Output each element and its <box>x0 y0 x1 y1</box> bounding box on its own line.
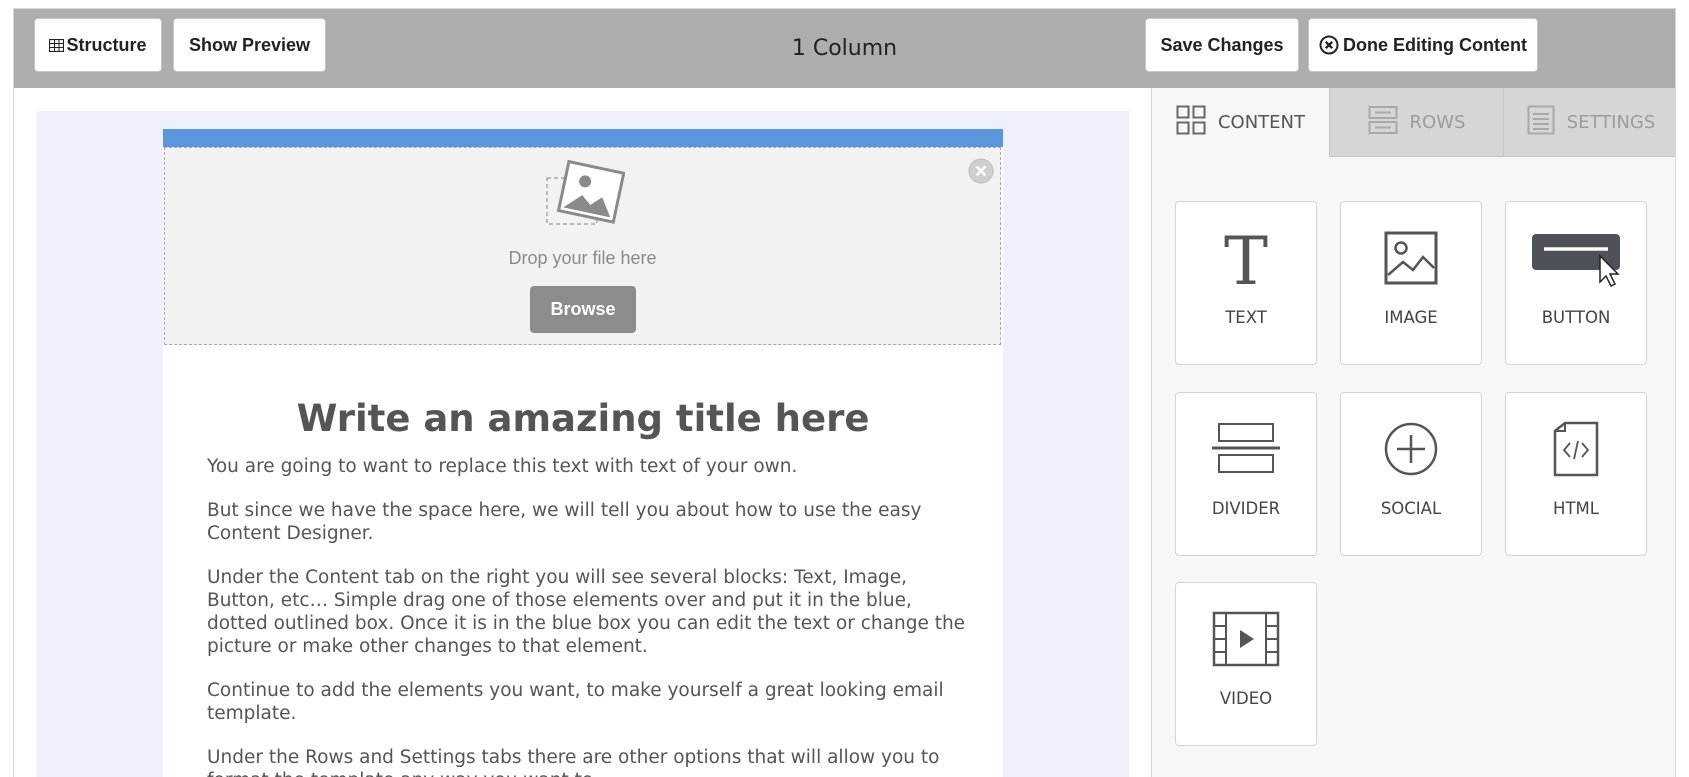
tab-content[interactable]: CONTENT <box>1152 88 1329 157</box>
image-icon <box>1341 230 1481 286</box>
save-changes-button[interactable]: Save Changes <box>1145 18 1299 72</box>
design-canvas: Drop your file here Browse Write an amaz… <box>14 88 1151 777</box>
close-circle-icon <box>1319 35 1339 55</box>
show-preview-button[interactable]: Show Preview <box>173 18 326 72</box>
social-icon <box>1341 421 1481 477</box>
body-paragraph: But since we have the space here, we wil… <box>207 500 922 544</box>
editor-frame: 1 Column Structure Show Preview Save Cha… <box>13 8 1676 777</box>
grid-icon <box>1176 105 1206 140</box>
image-block[interactable]: IMAGE <box>1340 201 1482 365</box>
html-block[interactable]: HTML <box>1505 392 1647 556</box>
row-selection-bar[interactable] <box>163 129 1003 147</box>
video-block[interactable]: VIDEO <box>1175 582 1317 746</box>
social-block-label: SOCIAL <box>1380 499 1442 518</box>
done-editing-button[interactable]: Done Editing Content <box>1308 18 1538 72</box>
divider-block-label: DIVIDER <box>1211 499 1281 518</box>
structure-button[interactable]: Structure <box>34 18 162 72</box>
canvas-background: Drop your file here Browse Write an amaz… <box>37 111 1129 777</box>
sidebar-tabs: CONTENT ROWS SETTINGS <box>1152 88 1675 157</box>
browse-button[interactable]: Browse <box>530 286 636 333</box>
top-toolbar: 1 Column Structure Show Preview Save Cha… <box>14 9 1675 88</box>
settings-list-icon <box>1527 105 1555 140</box>
text-block-label: TEXT <box>1225 308 1267 327</box>
body-paragraph: Under the Content tab on the right you w… <box>207 567 966 657</box>
image-placeholder-icon <box>545 159 626 236</box>
html-file-icon <box>1506 421 1646 477</box>
tab-settings-label: SETTINGS <box>1566 111 1656 133</box>
table-icon <box>49 38 65 52</box>
video-block-label: VIDEO <box>1219 689 1273 708</box>
done-editing-label: Done Editing Content <box>1343 34 1527 55</box>
divider-block[interactable]: DIVIDER <box>1175 392 1317 556</box>
button-block-label: BUTTON <box>1541 308 1611 327</box>
body-paragraph: Under the Rows and Settings tabs there a… <box>207 747 940 777</box>
text-block[interactable]: T TEXT <box>1175 201 1317 365</box>
button-icon <box>1506 230 1646 290</box>
video-icon <box>1176 611 1316 667</box>
rows-icon <box>1368 105 1398 140</box>
remove-block-icon[interactable] <box>968 158 994 184</box>
body-paragraph: Continue to add the elements you want, t… <box>207 680 944 724</box>
image-block-label: IMAGE <box>1384 308 1438 327</box>
body-paragraph: You are going to want to replace this te… <box>207 456 798 477</box>
image-drop-zone[interactable]: Drop your file here Browse <box>164 147 1001 345</box>
divider-icon <box>1176 421 1316 477</box>
email-heading[interactable]: Write an amazing title here <box>163 397 1003 440</box>
svg-text:T: T <box>1224 230 1268 290</box>
structure-label: Structure <box>66 34 147 55</box>
button-block[interactable]: BUTTON <box>1505 201 1647 365</box>
text-icon: T <box>1176 230 1316 290</box>
tab-rows[interactable]: ROWS <box>1329 88 1503 157</box>
social-block[interactable]: SOCIAL <box>1340 392 1482 556</box>
tab-content-label: CONTENT <box>1217 112 1306 133</box>
tab-rows-label: ROWS <box>1409 111 1466 133</box>
drop-file-text: Drop your file here <box>508 248 657 268</box>
tab-settings[interactable]: SETTINGS <box>1503 88 1675 157</box>
html-block-label: HTML <box>1553 499 1599 518</box>
email-template: Drop your file here Browse Write an amaz… <box>163 129 1003 777</box>
design-sidebar: CONTENT ROWS SETTINGS T TEXT IMAGE BUTTO… <box>1151 88 1675 777</box>
email-body-text[interactable]: You are going to want to replace this te… <box>207 455 967 777</box>
